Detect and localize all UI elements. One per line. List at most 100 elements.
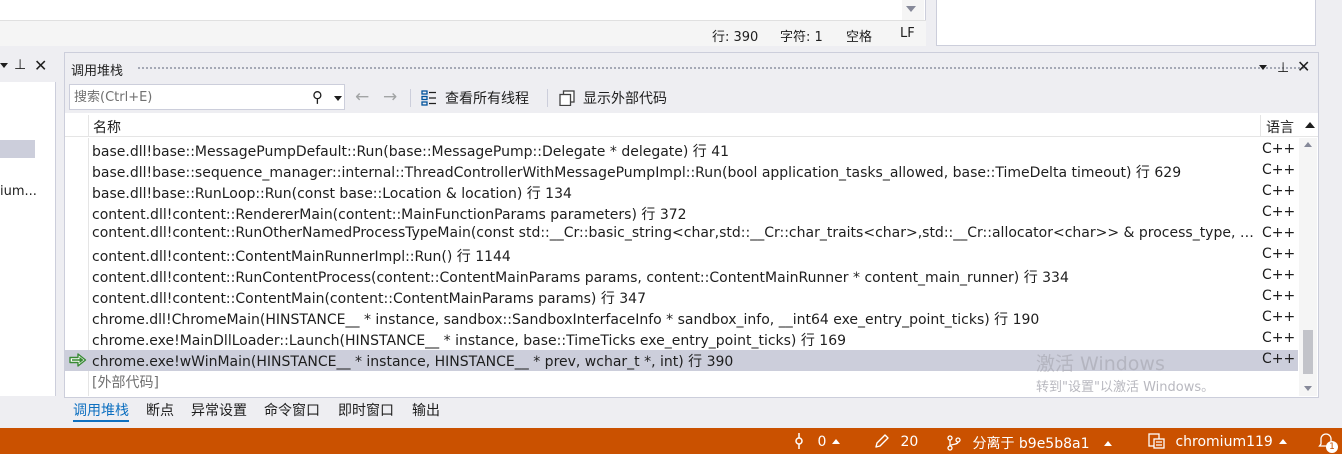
frame-language: C++ [1262, 225, 1296, 241]
external-code-icon [559, 90, 575, 106]
top-right-pane [936, 0, 1316, 46]
column-header-language[interactable]: 语言 [1266, 117, 1294, 137]
editor-status-bar: 行: 390 字符: 1 空格 LF [0, 20, 926, 46]
stack-frame-row[interactable]: base.dll!base::RunLoop::Run(const base::… [65, 182, 1298, 203]
notification-badge: 1 [1326, 441, 1338, 453]
stack-frame-row[interactable]: content.dll!content::ContentMainRunnerIm… [65, 245, 1298, 266]
repository-label: chromium119 [1175, 434, 1273, 450]
view-all-threads-button[interactable]: 查看所有线程 [421, 88, 529, 108]
pending-changes-indicator[interactable]: 20 [874, 433, 918, 450]
close-icon[interactable]: ✕ [34, 56, 47, 75]
tab-breakpoints[interactable]: 断点 [146, 400, 174, 420]
sort-up-icon[interactable] [1305, 122, 1315, 128]
stack-frame-row[interactable]: content.dll!content::RunOtherNamedProces… [65, 224, 1298, 245]
stack-frame-row[interactable]: chrome.exe!MainDllLoader::Launch(HINSTAN… [65, 329, 1298, 350]
pin-icon[interactable]: ⊥ [1277, 59, 1289, 77]
tab-call-stack[interactable]: 调用堆栈 [73, 400, 129, 422]
stack-frame-row[interactable]: content.dll!content::RunContentProcess(c… [65, 266, 1298, 287]
call-stack-toolbar: ⚲ ← → 查看所有线程 显示外部代码 [65, 83, 1318, 113]
frame-language: C++ [1262, 204, 1296, 220]
scroll-up-icon[interactable] [1304, 142, 1312, 147]
column-header-name[interactable]: 名称 [93, 117, 121, 137]
search-icon[interactable]: ⚲ [312, 88, 323, 106]
frame-language: C++ [1262, 288, 1296, 304]
frame-name: chrome.dll!ChromeMain(HINSTANCE__ * inst… [92, 312, 1040, 328]
activation-watermark-hint: 转到"设置"以激活 Windows。 [1036, 380, 1215, 395]
caret-up-icon [1278, 439, 1287, 444]
frame-name: base.dll!base::MessagePumpDefault::Run(b… [92, 144, 730, 160]
frame-name: content.dll!content::ContentMain(content… [92, 291, 646, 307]
frame-name: base.dll!base::RunLoop::Run(const base::… [92, 186, 572, 202]
edit-count: 20 [900, 434, 919, 450]
activation-watermark-title: 激活 Windows [1036, 353, 1165, 375]
stack-frame-row[interactable]: chrome.dll!ChromeMain(HINSTANCE__ * inst… [65, 308, 1298, 329]
threads-icon [421, 90, 436, 106]
left-truncated-item[interactable]: ium... [0, 184, 37, 199]
tab-output[interactable]: 输出 [412, 400, 440, 420]
window-menu-icon[interactable] [1259, 65, 1267, 70]
caret-up-icon [1103, 441, 1112, 446]
frame-name: content.dll!content::ContentMainRunnerIm… [92, 249, 511, 265]
pin-icon[interactable]: ⊥ [14, 57, 26, 73]
search-box[interactable]: ⚲ [69, 84, 345, 110]
tab-exception-settings[interactable]: 异常设置 [191, 400, 247, 420]
whitespace-indicator[interactable]: 空格 [846, 26, 872, 45]
repository-icon [1148, 433, 1165, 449]
close-icon[interactable]: ✕ [1297, 58, 1310, 76]
status-bar: 0 20 分离于 b9e5b8a1 chromium119 1 [0, 428, 1342, 454]
search-input[interactable] [74, 88, 306, 106]
frame-language: C++ [1262, 330, 1296, 346]
column-separator[interactable] [1260, 115, 1261, 137]
editor-area[interactable]: 行: 390 字符: 1 空格 LF [0, 0, 926, 46]
left-pane: ⊥ ✕ ium... [0, 52, 56, 396]
gutter-header [65, 115, 89, 137]
frame-language: C++ [1262, 183, 1296, 199]
show-external-code-label: 显示外部代码 [583, 91, 667, 107]
left-pane-header: ⊥ ✕ [0, 52, 56, 82]
search-options-icon[interactable] [334, 96, 342, 101]
frame-language: C++ [1262, 309, 1296, 325]
stack-frame-row[interactable]: content.dll!content::ContentMain(content… [65, 287, 1298, 308]
view-all-threads-label: 查看所有线程 [445, 91, 529, 107]
push-indicator[interactable]: 0 [793, 433, 841, 450]
branch-icon [947, 435, 961, 451]
grid-header: 名称 语言 [65, 115, 1318, 137]
tab-command-window[interactable]: 命令窗口 [264, 400, 320, 420]
branch-label: 分离于 b9e5b8a1 [972, 436, 1090, 452]
tab-immediate-window[interactable]: 即时窗口 [338, 400, 394, 420]
caret-up-icon [832, 439, 841, 444]
push-count: 0 [817, 434, 827, 450]
panel-title: 调用堆栈 [71, 64, 124, 79]
panel-title-bar[interactable]: 调用堆栈 ⊥ ✕ [65, 53, 1318, 83]
dropdown-icon[interactable] [0, 63, 8, 68]
call-stack-panel: 调用堆栈 ⊥ ✕ ⚲ ← → 查看所有线程 显示外部代码 [64, 52, 1319, 398]
branch-indicator[interactable]: 分离于 b9e5b8a1 [946, 433, 1112, 453]
scrollbar-thumb[interactable] [1303, 330, 1313, 374]
repository-indicator[interactable]: chromium119 [1148, 433, 1287, 450]
show-external-code-button[interactable]: 显示外部代码 [559, 88, 667, 108]
frame-language: C++ [1262, 351, 1296, 367]
pencil-icon [875, 434, 889, 448]
char-indicator[interactable]: 字符: 1 [780, 26, 823, 45]
left-selected-item[interactable] [0, 140, 35, 158]
frame-language: C++ [1262, 246, 1296, 262]
title-grip [137, 66, 1307, 71]
back-arrow-icon[interactable]: ← [355, 87, 369, 107]
scroll-down-icon[interactable] [1304, 386, 1312, 391]
vertical-scrollbar[interactable] [1299, 138, 1317, 396]
notifications-button[interactable]: 1 [1318, 432, 1338, 453]
scroll-down-icon[interactable] [906, 6, 916, 12]
frame-name: content.dll!content::RunOtherNamedProces… [92, 225, 1260, 241]
frame-language: C++ [1262, 162, 1296, 178]
line-ending-indicator[interactable]: LF [900, 26, 915, 41]
stack-frame-row[interactable]: base.dll!base::MessagePumpDefault::Run(b… [65, 140, 1298, 161]
forward-arrow-icon[interactable]: → [383, 87, 397, 107]
stack-frame-row[interactable]: content.dll!content::RendererMain(conten… [65, 203, 1298, 224]
frame-name: content.dll!content::RunContentProcess(c… [92, 270, 1069, 286]
frame-language: C++ [1262, 141, 1296, 157]
current-frame-arrow-icon [69, 353, 87, 367]
line-indicator[interactable]: 行: 390 [712, 26, 758, 45]
frame-name: chrome.exe!MainDllLoader::Launch(HINSTAN… [92, 333, 847, 349]
tool-window-tabs: 调用堆栈 断点 异常设置 命令窗口 即时窗口 输出 [64, 398, 664, 422]
stack-frame-row[interactable]: base.dll!base::sequence_manager::interna… [65, 161, 1298, 182]
